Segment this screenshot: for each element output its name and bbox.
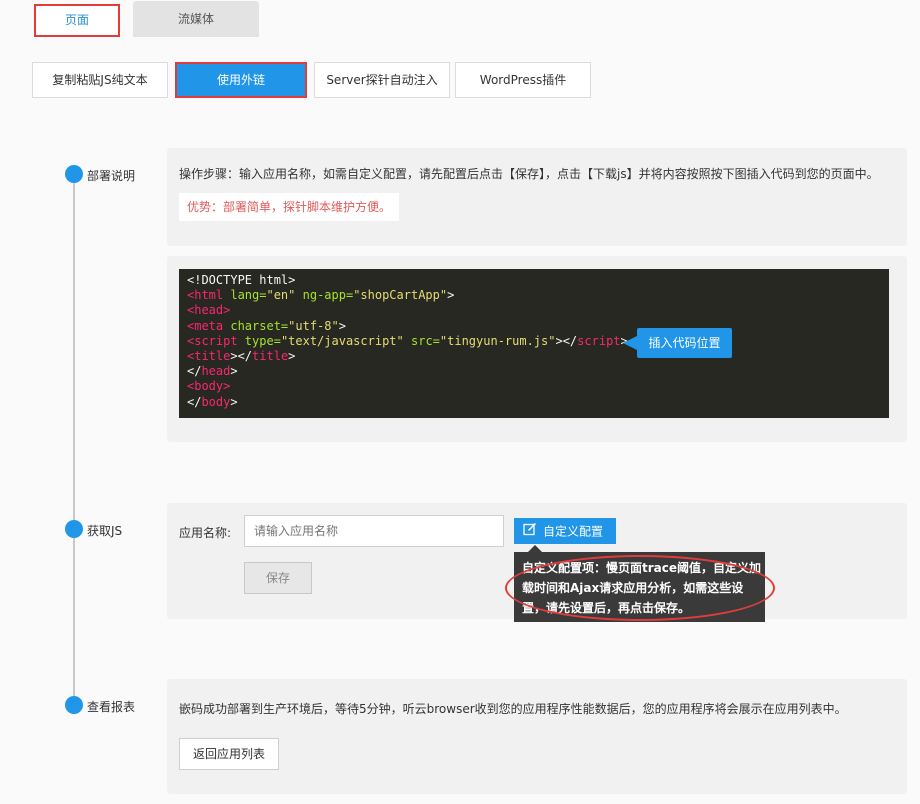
step-title-get-js: 获取JS <box>87 524 123 538</box>
step-dot-deploy <box>65 165 83 183</box>
method-wordpress-button[interactable]: WordPress插件 <box>455 62 591 98</box>
method-copy-js-button[interactable]: 复制粘贴JS纯文本 <box>32 62 168 98</box>
app-name-label: 应用名称: <box>179 526 232 540</box>
view-report-card <box>167 679 907 794</box>
step-dot-get-js <box>65 520 83 538</box>
tab-page[interactable]: 页面 <box>34 4 120 37</box>
deploy-instruction-text: 操作步骤：输入应用名称，如需自定义配置，请先配置后点击【保存】，点击【下载js】… <box>179 167 879 181</box>
method-server-inject-button[interactable]: Server探针自动注入 <box>314 62 450 98</box>
app-name-input[interactable] <box>244 515 504 547</box>
step-title-deploy: 部署说明 <box>87 169 136 183</box>
save-button[interactable]: 保存 <box>244 562 312 594</box>
code-line: <script type="text/javascript" src="ting… <box>187 333 628 348</box>
code-snippet: <!DOCTYPE html> <html lang="en" ng-app="… <box>179 269 889 418</box>
code-line: </head> <box>187 364 238 379</box>
code-line: <body> <box>187 379 231 394</box>
back-to-app-list-button[interactable]: 返回应用列表 <box>179 738 279 770</box>
code-line: <html lang="en" ng-app="shopCartApp"> <box>187 288 455 303</box>
edit-icon <box>523 519 537 545</box>
code-line: </body> <box>187 394 238 409</box>
custom-config-button[interactable]: 自定义配置 <box>514 518 616 544</box>
code-line: <!DOCTYPE html> <box>187 273 296 287</box>
advantage-note: 优势：部署简单，探针脚本维护方便。 <box>179 193 399 221</box>
tab-streaming[interactable]: 流媒体 <box>133 1 259 37</box>
step-dot-view-report <box>65 696 83 714</box>
view-report-text: 嵌码成功部署到生产环境后，等待5分钟，听云browser收到您的应用程序性能数据… <box>179 702 847 716</box>
code-line: <head> <box>187 303 231 318</box>
code-line: <meta charset="utf-8"> <box>187 318 346 333</box>
method-external-link-button[interactable]: 使用外链 <box>175 62 307 98</box>
custom-config-label: 自定义配置 <box>543 524 604 539</box>
custom-config-tooltip: 自定义配置项：慢页面trace阈值，自定义加载时间和Ajax请求应用分析，如需这… <box>514 545 765 622</box>
step-title-view-report: 查看报表 <box>87 700 136 714</box>
insert-position-callout: 插入代码位置 <box>623 328 732 358</box>
timeline-line <box>73 173 75 706</box>
code-line: <title></title> <box>187 348 296 363</box>
